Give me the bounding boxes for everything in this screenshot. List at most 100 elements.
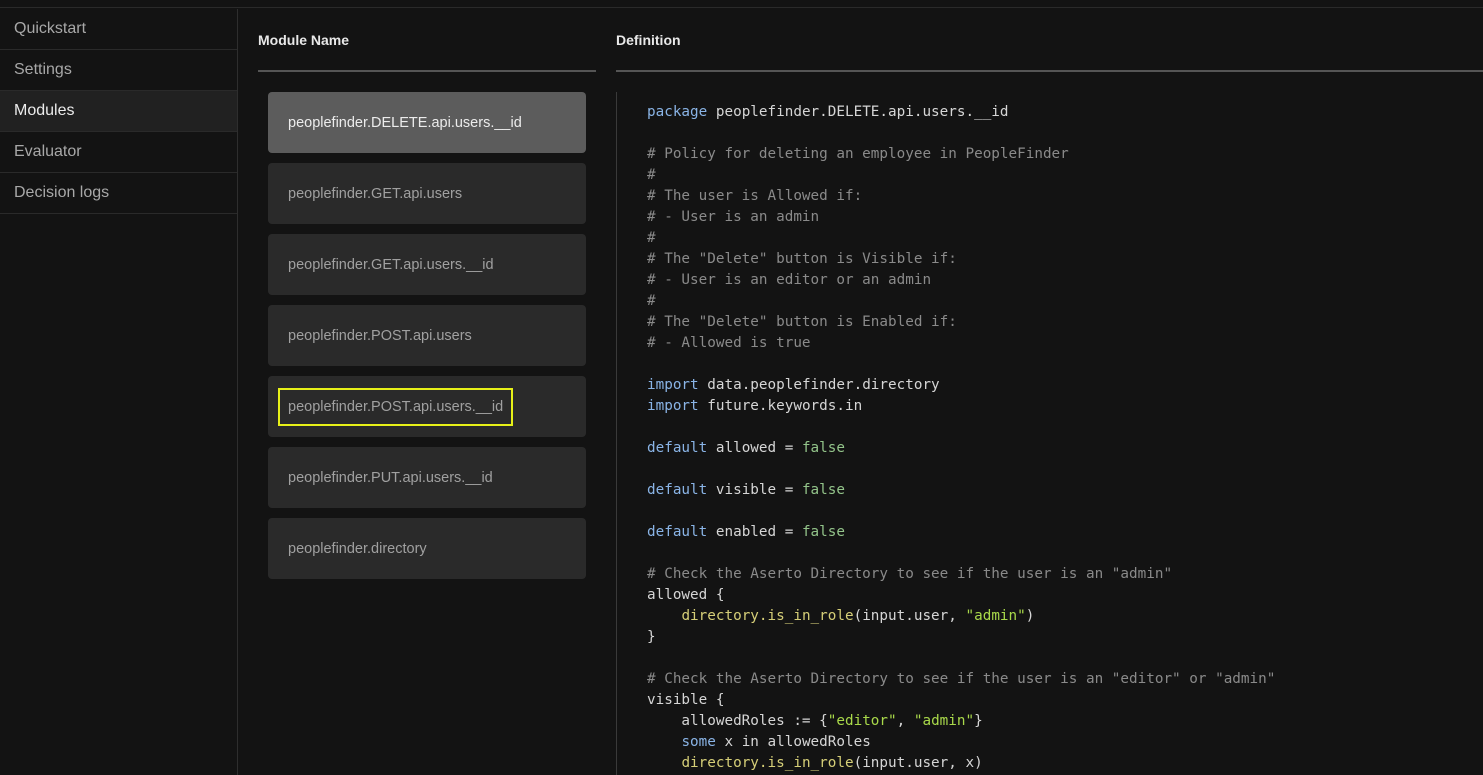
- code-line: directory.is_in_role(input.user, x): [647, 753, 1483, 774]
- code-line: directory.is_in_role(input.user, "admin"…: [647, 606, 1483, 627]
- module-item-label: peoplefinder.POST.api.users.__id: [277, 387, 514, 426]
- string-token: "editor": [827, 713, 897, 729]
- keyword-token: package: [647, 104, 708, 120]
- code-line: # Policy for deleting an employee in Peo…: [647, 144, 1483, 165]
- module-item-label: peoplefinder.POST.api.users: [288, 327, 472, 344]
- code-token: x in allowedRoles: [715, 734, 871, 750]
- module-item[interactable]: peoplefinder.directory: [268, 518, 586, 579]
- module-item-label: peoplefinder.GET.api.users.__id: [288, 256, 494, 273]
- code-token: ,: [896, 713, 914, 729]
- code-token: enabled =: [707, 524, 802, 540]
- code-line: # - Allowed is true: [647, 333, 1483, 354]
- code-token: ): [1025, 608, 1035, 624]
- module-item-label: peoplefinder.GET.api.users: [288, 185, 463, 202]
- code-token: data.peoplefinder.directory: [698, 377, 940, 393]
- keyword-token: some: [681, 734, 716, 750]
- module-item[interactable]: peoplefinder.DELETE.api.users.__id: [268, 92, 586, 153]
- module-item[interactable]: peoplefinder.POST.api.users.__id: [268, 376, 586, 437]
- sidebar-item-label: Evaluator: [14, 143, 82, 160]
- comment-token: #: [647, 230, 656, 246]
- code-line: # The user is Allowed if:: [647, 186, 1483, 207]
- module-item[interactable]: peoplefinder.POST.api.users: [268, 305, 586, 366]
- code-token: }: [974, 713, 983, 729]
- code-line: default visible = false: [647, 480, 1483, 501]
- code-line: import data.peoplefinder.directory: [647, 375, 1483, 396]
- sidebar-item-label: Quickstart: [14, 20, 87, 37]
- module-definition-code: package peoplefinder.DELETE.api.users.__…: [616, 92, 1483, 775]
- comment-token: #: [647, 167, 656, 183]
- function-token: directory.is_in_role: [681, 755, 854, 771]
- code-line: # Check the Aserto Directory to see if t…: [647, 564, 1483, 585]
- boolean-token: false: [801, 482, 845, 498]
- code-token: (input.user,: [853, 608, 966, 624]
- comment-token: # - User is an editor or an admin: [647, 272, 932, 288]
- comment-token: # Check the Aserto Directory to see if t…: [647, 671, 1276, 687]
- sidebar-item-modules[interactable]: Modules: [0, 91, 237, 132]
- comment-token: # The user is Allowed if:: [647, 188, 863, 204]
- code-token: }: [647, 629, 656, 645]
- module-item-label: peoplefinder.DELETE.api.users.__id: [288, 114, 522, 131]
- sidebar-item-quickstart[interactable]: Quickstart: [0, 9, 237, 50]
- sidebar-item-evaluator[interactable]: Evaluator: [0, 132, 237, 173]
- code-line: #: [647, 165, 1483, 186]
- code-line: some x in allowedRoles: [647, 732, 1483, 753]
- code-line: import future.keywords.in: [647, 396, 1483, 417]
- code-token: (input.user, x): [853, 755, 983, 771]
- code-line: # The "Delete" button is Enabled if:: [647, 312, 1483, 333]
- code-line: package peoplefinder.DELETE.api.users.__…: [647, 102, 1483, 123]
- string-token: "admin": [965, 608, 1026, 624]
- comment-token: # The "Delete" button is Visible if:: [647, 251, 957, 267]
- code-line: #: [647, 228, 1483, 249]
- boolean-token: false: [801, 440, 845, 456]
- top-bar: [0, 0, 1483, 8]
- sidebar-item-settings[interactable]: Settings: [0, 50, 237, 91]
- code-line: allowedRoles := {"editor", "admin"}: [647, 711, 1483, 732]
- code-token: peoplefinder.DELETE.api.users.__id: [707, 104, 1009, 120]
- keyword-token: default: [647, 482, 708, 498]
- module-item-label: peoplefinder.PUT.api.users.__id: [288, 469, 493, 486]
- code-line: # - User is an editor or an admin: [647, 270, 1483, 291]
- comment-token: # Check the Aserto Directory to see if t…: [647, 566, 1173, 582]
- module-list: peoplefinder.DELETE.api.users.__id peopl…: [268, 92, 586, 589]
- definition-header-divider: [616, 70, 1483, 72]
- code-line: allowed {: [647, 585, 1483, 606]
- keyword-token: import: [647, 377, 699, 393]
- code-token: visible =: [707, 482, 802, 498]
- comment-token: #: [647, 293, 656, 309]
- module-item[interactable]: peoplefinder.GET.api.users.__id: [268, 234, 586, 295]
- keyword-token: import: [647, 398, 699, 414]
- code-line: default enabled = false: [647, 522, 1483, 543]
- code-token: future.keywords.in: [698, 398, 863, 414]
- code-token: visible {: [647, 692, 725, 708]
- module-item[interactable]: peoplefinder.GET.api.users: [268, 163, 586, 224]
- sidebar-nav: Quickstart Settings Modules Evaluator De…: [0, 9, 238, 775]
- boolean-token: false: [801, 524, 845, 540]
- comment-token: # - User is an admin: [647, 209, 820, 225]
- code-line: #: [647, 291, 1483, 312]
- code-line: default allowed = false: [647, 438, 1483, 459]
- code-line: visible {: [647, 690, 1483, 711]
- code-line: # The "Delete" button is Visible if:: [647, 249, 1483, 270]
- comment-token: # - Allowed is true: [647, 335, 811, 351]
- code-token: allowedRoles := {: [647, 713, 828, 729]
- sidebar-item-decision-logs[interactable]: Decision logs: [0, 173, 237, 214]
- code-token: allowed =: [707, 440, 802, 456]
- code-line: }: [647, 627, 1483, 648]
- keyword-token: default: [647, 440, 708, 456]
- module-item[interactable]: peoplefinder.PUT.api.users.__id: [268, 447, 586, 508]
- module-name-header-divider: [258, 70, 596, 72]
- module-name-header: Module Name: [258, 32, 350, 48]
- definition-header: Definition: [616, 32, 681, 48]
- code-token: allowed {: [647, 587, 725, 603]
- sidebar-item-label: Modules: [14, 102, 75, 119]
- code-line: # - User is an admin: [647, 207, 1483, 228]
